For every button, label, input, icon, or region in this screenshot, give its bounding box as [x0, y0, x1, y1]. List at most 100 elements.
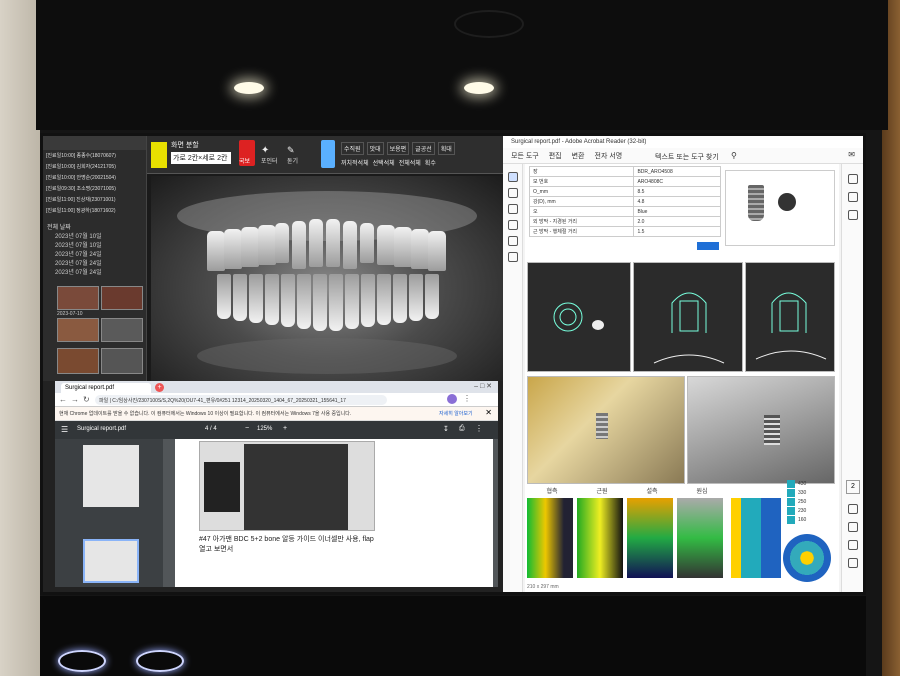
acrobat-window: Surgical report.pdf - Adobe Acrobat Read…	[503, 136, 863, 592]
acrobat-menu-item[interactable]: 모든 도구	[511, 151, 539, 161]
density-map-mesial[interactable]	[577, 498, 623, 578]
xray-3d-render[interactable]	[687, 376, 835, 484]
acrobat-menu-item[interactable]: 편집	[549, 151, 562, 161]
hamburger-icon[interactable]: ☰	[61, 425, 68, 434]
tool-button[interactable]: 수직원	[341, 142, 364, 155]
tool-button[interactable]: 꺼치적석체	[341, 158, 369, 167]
acrobat-menu-item[interactable]: 변환	[572, 151, 585, 161]
zoom-level[interactable]: 125%	[257, 426, 272, 432]
search-icon[interactable]: ⚲	[731, 151, 737, 160]
reload-icon[interactable]: ↻	[83, 395, 90, 404]
scale-value: 330	[787, 489, 831, 497]
acrobat-menu-item[interactable]: 전자 서명	[595, 151, 623, 161]
zoom-out-icon[interactable]	[848, 540, 858, 550]
rotate-icon[interactable]	[848, 558, 858, 568]
thumb-photo[interactable]	[57, 318, 99, 342]
scale-value: 230	[787, 507, 831, 515]
pointer-button[interactable]: ✦ 포인터	[261, 140, 283, 166]
table-row: 외 방막 - 지경된 거리 2.0	[528, 216, 721, 227]
patient-list-item[interactable]: [진료일10:00] 종종수(18070607)	[43, 150, 146, 161]
ct-cross-section-1[interactable]	[633, 262, 743, 372]
lower-tooth	[377, 274, 391, 325]
page-indicator[interactable]: 4 / 4	[205, 426, 217, 432]
tool-button[interactable]: 글공선	[412, 142, 435, 155]
comment-tool-icon[interactable]	[508, 204, 518, 214]
tool-button[interactable]: 맛대	[366, 142, 384, 155]
patient-list-item[interactable]: [진료일10:00] 김희자(24121705)	[43, 161, 146, 172]
tool-button[interactable]: 획대	[437, 142, 455, 155]
thumb-date: 2023-07-10	[57, 311, 83, 317]
forward-icon[interactable]: →	[71, 395, 79, 404]
tool-button[interactable]: 보용편	[386, 142, 410, 155]
download-icon[interactable]: ↧	[443, 425, 449, 433]
page-number-badge[interactable]: 2	[846, 480, 860, 494]
thumb-photo[interactable]	[101, 348, 143, 374]
upper-tooth	[411, 229, 429, 269]
page-thumbnail[interactable]	[83, 445, 139, 507]
ct-axial-view[interactable]	[527, 262, 631, 372]
upper-tooth	[292, 221, 306, 269]
layout-icon[interactable]	[151, 142, 167, 168]
thumb-photo[interactable]	[57, 348, 99, 374]
learn-more-link[interactable]: 자세히 알아보기	[439, 410, 473, 417]
new-tab-icon[interactable]: +	[155, 383, 164, 392]
text-tool-icon[interactable]	[508, 236, 518, 246]
pages-panel-icon[interactable]	[848, 210, 858, 220]
tool-button[interactable]: 획수	[425, 158, 436, 167]
selected-tool-button[interactable]	[321, 140, 335, 168]
print-icon[interactable]: ⎙	[459, 425, 465, 433]
comment-panel-icon[interactable]	[848, 174, 858, 184]
date-tree-item[interactable]: 2023년 07월 24일	[47, 267, 146, 276]
share-icon[interactable]: ✉	[848, 150, 855, 159]
page-thumbnail-active[interactable]	[83, 539, 139, 583]
date-tree-item[interactable]: 2023년 07월 10일	[47, 231, 146, 240]
back-icon[interactable]: ←	[59, 395, 67, 404]
implant-xray	[764, 415, 780, 445]
close-icon[interactable]: ✕	[485, 408, 492, 417]
patient-list-item[interactable]: [진료일10:00] 안명순(20021504)	[43, 172, 146, 183]
layout-select[interactable]: 가로 2칸×세로 2칸	[171, 152, 231, 164]
bookmark-panel-icon[interactable]	[848, 192, 858, 202]
fit-page-icon[interactable]	[848, 504, 858, 514]
tool-button[interactable]: 선택석체	[373, 158, 395, 167]
density-map-distal[interactable]	[677, 498, 723, 578]
patient-list-item[interactable]: [진료일11:00] 진상재(23071001)	[43, 194, 146, 205]
draw-tool-icon[interactable]	[508, 220, 518, 230]
stamp-tool-icon[interactable]	[508, 252, 518, 262]
profile-avatar[interactable]	[447, 394, 457, 404]
patient-list-item[interactable]: [진료일11:00] 정광하(18071602)	[43, 205, 146, 216]
window-controls[interactable]: – □ ✕	[474, 382, 492, 390]
date-tree-root[interactable]: 전체 날짜	[47, 222, 146, 231]
upper-tooth	[207, 231, 225, 271]
zoom-tool-icon[interactable]	[508, 188, 518, 198]
thumb-photo[interactable]	[101, 286, 143, 310]
ct-cross-section-2[interactable]	[745, 262, 835, 372]
date-tree-item[interactable]: 2023년 07월 24일	[47, 258, 146, 267]
density-map-buccal[interactable]	[527, 498, 573, 578]
zoom-in-icon[interactable]: +	[283, 425, 287, 432]
table-cell: 오	[528, 206, 635, 217]
browser-tab[interactable]: Surgical report.pdf	[61, 383, 151, 393]
select-tool-icon[interactable]	[508, 172, 518, 182]
tool-button[interactable]: 전체석체	[399, 158, 421, 167]
density-maps	[527, 498, 727, 584]
upper-tooth	[377, 225, 395, 265]
density-scale: 430 330 250 230 160	[787, 480, 831, 525]
address-bar[interactable]: 파일 | C:/임상사진/2307100S/S,2Q%20(OU7-41_편유/…	[95, 395, 387, 405]
date-tree-item[interactable]: 2023년 07월 24일	[47, 249, 146, 258]
national-insurance-button[interactable]: 국보	[239, 140, 255, 166]
panoramic-xray[interactable]	[151, 176, 503, 381]
date-tree-item[interactable]: 2023년 07월 10일	[47, 240, 146, 249]
find-tools[interactable]: 텍스트 또는 도구 찾기	[655, 152, 719, 162]
density-map-lingual[interactable]	[627, 498, 673, 578]
thumb-photo[interactable]	[57, 286, 99, 310]
more-icon[interactable]: ⋮	[475, 424, 483, 433]
zoom-out-icon[interactable]: −	[245, 425, 249, 432]
patient-list-item[interactable]: [진료일09:30] 조소명(23071005)	[43, 183, 146, 194]
zoom-in-icon[interactable]	[848, 522, 858, 532]
bone-3d-render[interactable]	[527, 376, 685, 484]
magnify-button[interactable]: ✎ 돋기	[287, 140, 301, 166]
thumb-photo[interactable]	[101, 318, 143, 342]
menu-icon[interactable]: ⋮	[463, 394, 471, 403]
ceiling-light	[234, 82, 264, 94]
